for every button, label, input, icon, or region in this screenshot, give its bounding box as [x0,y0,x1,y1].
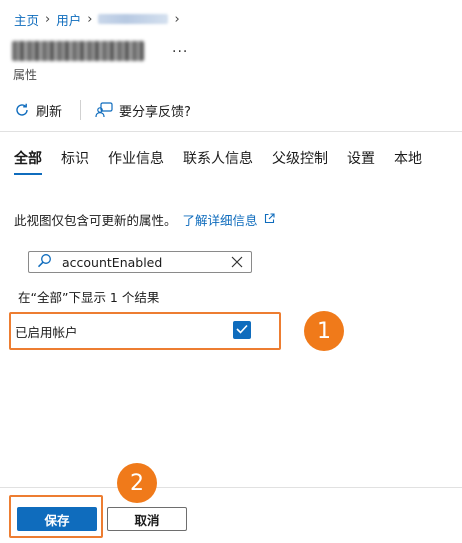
refresh-icon [14,102,30,118]
clear-icon[interactable] [231,256,243,272]
save-button[interactable]: 保存 [17,507,97,531]
refresh-button[interactable]: 刷新 [14,101,62,120]
page-title-redacted [12,41,144,61]
page-subtitle: 属性 [13,68,38,82]
breadcrumb-users[interactable]: 用户 [56,10,81,29]
learn-more-link[interactable]: 了解详细信息 [183,210,258,229]
search-input[interactable] [62,254,212,270]
property-search-box [28,251,252,273]
command-divider [80,100,82,120]
breadcrumb: 主页 › 用户 › › [14,10,180,28]
feedback-label: 要分享反馈? [119,104,191,120]
tab-settings[interactable]: 设置 [347,148,375,172]
info-line: 此视图仅包含可更新的属性。 了解详细信息 [14,210,275,229]
breadcrumb-user-redacted[interactable] [98,14,169,24]
step-badge-2: 2 [117,463,157,503]
account-enabled-label: 已启用帐户 [15,325,78,340]
breadcrumb-separator-icon: › [87,11,93,27]
feedback-icon [95,102,113,118]
command-bar: 刷新 要分享反馈? [14,98,191,122]
tab-list: 全部 标识 作业信息 联系人信息 父级控制 设置 本地 [14,148,441,175]
footer-divider [0,487,462,488]
header-divider [0,131,462,132]
feedback-button[interactable]: 要分享反馈? [95,101,191,120]
tab-on-premises[interactable]: 本地 [394,148,422,172]
external-link-icon[interactable] [264,212,275,227]
account-enabled-checkbox[interactable] [233,321,251,339]
breadcrumb-home[interactable]: 主页 [14,10,39,29]
tab-contact-info[interactable]: 联系人信息 [183,148,253,172]
refresh-label: 刷新 [36,104,63,120]
cancel-button[interactable]: 取消 [107,507,187,531]
tab-identity[interactable]: 标识 [61,148,89,172]
tab-job-info[interactable]: 作业信息 [108,148,164,172]
more-options-button[interactable]: ... [172,40,188,56]
search-icon [37,253,52,272]
breadcrumb-separator-icon: › [45,11,51,27]
checkmark-icon [236,323,248,338]
tab-parental-controls[interactable]: 父级控制 [272,148,328,172]
account-enabled-row: 已启用帐户 [9,312,281,350]
breadcrumb-separator-icon: › [174,11,180,27]
step-badge-1: 1 [304,311,344,351]
result-count: 在“全部”下显示 1 个结果 [18,290,160,305]
tab-all[interactable]: 全部 [14,148,42,175]
info-text: 此视图仅包含可更新的属性。 [14,213,177,228]
